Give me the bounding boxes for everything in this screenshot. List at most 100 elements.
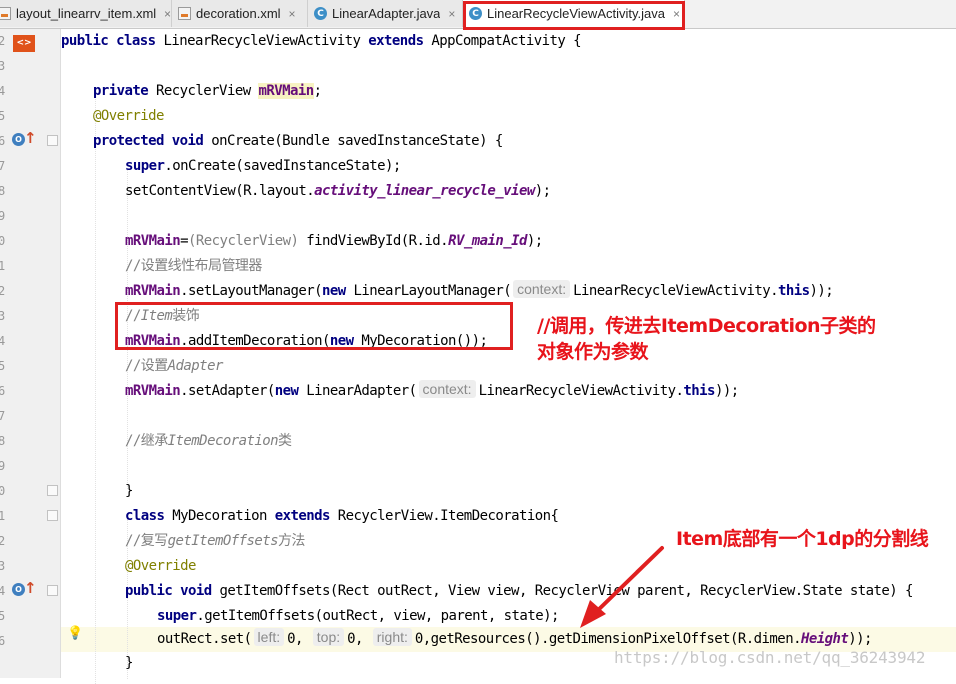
line-number: 6	[0, 634, 6, 648]
line-number: 1	[0, 259, 6, 273]
callout-text: 对象作为参数	[537, 341, 649, 363]
code-line: }	[125, 651, 133, 676]
line-number: 4	[0, 334, 6, 348]
xml-layout-icon[interactable]: <>	[13, 35, 35, 52]
keyword: this	[777, 283, 810, 299]
code-line: private RecyclerView mRVMain;	[93, 79, 322, 104]
line-number: 6	[0, 384, 6, 398]
static-field: Height	[800, 631, 849, 647]
keyword: class	[125, 508, 173, 524]
editor-gutter: 2 3 4 5 6 7 8 9 0 1 2 3 4 5 6 7 8 9 0 1 …	[0, 29, 61, 678]
line-number: 2	[0, 284, 6, 298]
code-text: AppCompatActivity {	[431, 33, 582, 49]
java-class-icon: C	[469, 7, 482, 20]
code-text: 0,	[347, 631, 371, 647]
code-line: super.onCreate(savedInstanceState);	[125, 154, 401, 179]
fold-toggle-icon[interactable]	[47, 510, 58, 521]
tab-label: LinearAdapter.java	[332, 6, 441, 21]
code-text: LinearRecycleViewActivity.	[478, 383, 684, 399]
line-number: 8	[0, 434, 6, 448]
close-icon[interactable]: ×	[164, 7, 171, 21]
tab-label: decoration.xml	[196, 6, 281, 21]
field-name: mRVMain	[125, 233, 181, 249]
code-line: //继承ItemDecoration类	[125, 429, 292, 454]
class-name: LinearRecycleViewActivity	[163, 33, 369, 49]
line-number: 7	[0, 409, 6, 423]
static-field: activity_linear_recycle_view	[314, 183, 535, 199]
fold-toggle-icon[interactable]	[47, 585, 58, 596]
code-line: mRVMain.addItemDecoration(new MyDecorati…	[125, 329, 488, 354]
code-text: }	[125, 655, 133, 671]
line-number: 3	[0, 559, 6, 573]
parameter-hint: top:	[312, 628, 345, 646]
code-text: onCreate(Bundle savedInstanceState) {	[211, 133, 503, 149]
comment: 类	[277, 433, 292, 449]
tab-linear-adapter-java[interactable]: C LinearAdapter.java ×	[308, 0, 463, 27]
arrow-up-icon[interactable]: ↑	[24, 581, 37, 596]
fold-toggle-icon[interactable]	[47, 135, 58, 146]
tab-label: layout_linearrv_item.xml	[16, 6, 156, 21]
keyword: extends	[274, 508, 338, 524]
code-text: MyDecoration());	[361, 333, 488, 349]
lightbulb-icon[interactable]: 💡	[67, 626, 83, 641]
code-text: setContentView(R.layout.	[125, 183, 315, 199]
line-number: 0	[0, 234, 6, 248]
keyword: public void	[125, 583, 220, 599]
parameter-hint: context:	[418, 380, 476, 398]
code-line: protected void onCreate(Bundle savedInst…	[93, 129, 503, 154]
parameter-hint: right:	[372, 628, 412, 646]
code-text: .addItemDecoration(	[180, 333, 330, 349]
tab-linear-recycle-view-activity-java[interactable]: C LinearRecycleViewActivity.java ×	[463, 0, 685, 27]
code-line: mRVMain.setAdapter(new LinearAdapter(con…	[125, 379, 739, 404]
code-line: //设置Adapter	[125, 354, 223, 379]
line-number: 3	[0, 309, 6, 323]
comment: 方法	[277, 533, 305, 549]
code-text: );	[526, 233, 543, 249]
fold-toggle-icon[interactable]	[47, 485, 58, 496]
code-text: getItemOffsets(Rect outRect, View view, …	[219, 583, 914, 599]
parameter-hint: left:	[253, 628, 285, 646]
java-class-icon: C	[314, 7, 327, 20]
keyword: public class	[61, 33, 164, 49]
line-number: 0	[0, 484, 6, 498]
comment: Item	[140, 308, 173, 324]
keyword: super	[125, 158, 165, 174]
xml-file-icon	[178, 7, 191, 20]
keyword: new	[329, 333, 362, 349]
code-text: LinearLayoutManager(	[353, 283, 512, 299]
code-text: findViewById(R.id.	[306, 233, 449, 249]
comment: ItemDecoration	[167, 433, 279, 449]
code-line: mRVMain.setLayoutManager(new LinearLayou…	[125, 279, 834, 304]
indent-guide	[95, 94, 96, 684]
line-number: 5	[0, 359, 6, 373]
code-text: 0,getResources().getDimensionPixelOffset…	[414, 631, 802, 647]
static-field: RV_main_Id	[448, 233, 527, 249]
code-line: @Override	[93, 104, 164, 129]
tab-layout-linearrv-item-xml[interactable]: layout_linearrv_item.xml ×	[0, 0, 172, 27]
callout-note: Item底部有一个1dp的分割线	[676, 528, 929, 550]
line-number: 5	[0, 609, 6, 623]
close-icon[interactable]: ×	[673, 7, 680, 21]
parameter-hint: context:	[513, 280, 571, 298]
close-icon[interactable]: ×	[448, 7, 455, 21]
close-icon[interactable]: ×	[289, 7, 296, 21]
editor-tab-bar: layout_linearrv_item.xml × decoration.xm…	[0, 0, 956, 29]
line-number: 2	[0, 534, 6, 548]
arrow-up-icon[interactable]: ↑	[24, 131, 37, 146]
comment: //设置	[125, 358, 168, 374]
callout-text: //调用，传进去ItemDecoration子类的	[537, 315, 876, 337]
field-name: mRVMain	[125, 383, 181, 399]
line-number: 4	[0, 584, 6, 598]
code-text: .getItemOffsets(outRect, view, parent, s…	[196, 608, 559, 624]
line-number: 3	[0, 59, 6, 73]
line-number: 2	[0, 34, 6, 48]
comment: 装饰	[172, 308, 200, 324]
keyword: new	[321, 283, 354, 299]
line-number: 8	[0, 184, 6, 198]
tab-label: LinearRecycleViewActivity.java	[487, 6, 665, 21]
code-text: =	[180, 233, 189, 249]
field-name: mRVMain	[125, 283, 181, 299]
code-line: //设置线性布局管理器	[125, 254, 262, 279]
tab-decoration-xml[interactable]: decoration.xml ×	[172, 0, 308, 27]
code-text: .setLayoutManager(	[180, 283, 322, 299]
